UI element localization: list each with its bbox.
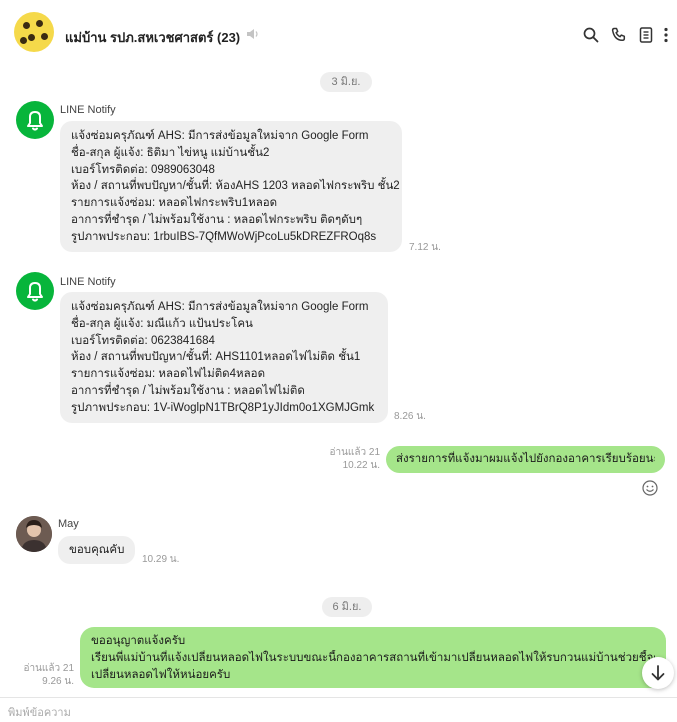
message-line: ขออนุญาตแจ้งครับ (91, 635, 186, 647)
chat-header: แม่บ้าน รปภ.สหเวชศาสตร์ (23) (0, 0, 677, 64)
message-line: แจ้งซ่อมครุภัณฑ์ AHS: มีการส่งข้อมูลใหม่… (71, 130, 369, 142)
message-time: 9.26 น. (42, 676, 74, 687)
message-bubble[interactable]: ขอบคุณคับ (58, 536, 135, 564)
more-icon[interactable] (660, 26, 672, 44)
message-line: อาการที่ชำรุด / ไม่พร้อมใช้งาน : หลอดไฟก… (71, 213, 363, 226)
message-line: ชื่อ-สกุล ผู้แจ้ง: มณีแก้ว แป้นประโคน (71, 317, 253, 330)
notes-icon[interactable] (637, 26, 655, 44)
read-receipt: อ่านแล้ว 21 10.22 น. (318, 446, 380, 472)
line-notify-avatar[interactable] (16, 272, 54, 310)
chat-title[interactable]: แม่บ้าน รปภ.สหเวชศาสตร์ (23) (65, 27, 240, 48)
message-time: 8.26 น. (394, 411, 426, 422)
message-input-area (0, 697, 677, 722)
line-notify-avatar[interactable] (16, 101, 54, 139)
message-line: ห้อง / สถานที่พบปัญหา/ชั้นที่: AHS1101หล… (71, 351, 361, 364)
message-line: อาการที่ชำรุด / ไม่พร้อมใช้งาน : หลอดไฟไ… (71, 384, 305, 397)
scroll-to-bottom-button[interactable] (642, 657, 674, 689)
message-line: ห้อง / สถานที่พบปัญหา/ชั้นที่: ห้องAHS 1… (71, 180, 400, 193)
message-bubble-outgoing[interactable]: ขออนุญาตแจ้งครับ เรียนพี่แม่บ้านที่แจ้งเ… (80, 627, 666, 688)
message-bubble[interactable]: แจ้งซ่อมครุภัณฑ์ AHS: มีการส่งข้อมูลใหม่… (60, 292, 388, 423)
sender-name: LINE Notify (60, 276, 116, 288)
phone-icon[interactable] (610, 26, 628, 44)
message-line: รายการแจ้งซ่อม: หลอดไฟกระพริบ1หลอด (71, 197, 278, 210)
message-bubble[interactable]: แจ้งซ่อมครุภัณฑ์ AHS: มีการส่งข้อมูลใหม่… (60, 121, 402, 252)
bell-icon (27, 111, 43, 131)
message-text: ส่งรายการที่แจ้งมาผมแจ้งไปยังกองอาคารเรี… (396, 453, 655, 465)
message-line: รูปภาพประกอบ: 1rbuIBS-7QfMWoWjPcoLu5kDRE… (71, 230, 377, 243)
search-icon[interactable] (582, 26, 600, 44)
read-receipt: อ่านแล้ว 21 9.26 น. (14, 662, 74, 688)
message-input[interactable] (8, 707, 608, 719)
message-bubble-outgoing[interactable]: ส่งรายการที่แจ้งมาผมแจ้งไปยังกองอาคารเรี… (386, 446, 665, 473)
message-time: 10.22 น. (342, 460, 380, 471)
user-avatar[interactable] (16, 516, 52, 552)
person-icon (16, 516, 52, 552)
read-count: อ่านแล้ว 21 (329, 447, 380, 458)
reaction-icon[interactable] (641, 479, 659, 497)
message-text: ขอบคุณคับ (69, 544, 125, 556)
message-line: เบอร์โทรติดต่อ: 0989063048 (71, 163, 215, 176)
message-line: รูปภาพประกอบ: 1V-iWoglpN1TBrQ8P1yJIdm0o1… (71, 401, 375, 414)
date-separator: 6 มิ.ย. (322, 597, 372, 617)
message-line: เปลี่ยนหลอดไฟให้หน่อยครับ (91, 669, 231, 681)
message-line: รายการแจ้งซ่อม: หลอดไฟไม่ติด4หลอด (71, 368, 266, 381)
read-count: อ่านแล้ว 21 (23, 663, 74, 674)
message-line: ชื่อ-สกุล ผู้แจ้ง: ธิติมา ไข่หนู แม่บ้าน… (71, 146, 270, 159)
sender-name: May (58, 518, 79, 530)
message-time: 7.12 น. (409, 242, 441, 253)
message-line: เบอร์โทรติดต่อ: 0623841684 (71, 334, 215, 347)
message-line: แจ้งซ่อมครุภัณฑ์ AHS: มีการส่งข้อมูลใหม่… (71, 301, 369, 313)
bell-icon (27, 282, 43, 302)
message-line: เรียนพี่แม่บ้านที่แจ้งเปลี่ยนหลอดไฟในระบ… (91, 652, 655, 664)
mute-icon (247, 29, 258, 39)
sender-name: LINE Notify (60, 104, 116, 116)
group-avatar[interactable] (14, 12, 54, 52)
message-time: 10.29 น. (142, 554, 180, 565)
date-separator: 3 มิ.ย. (320, 72, 372, 92)
arrow-down-icon (651, 665, 665, 681)
